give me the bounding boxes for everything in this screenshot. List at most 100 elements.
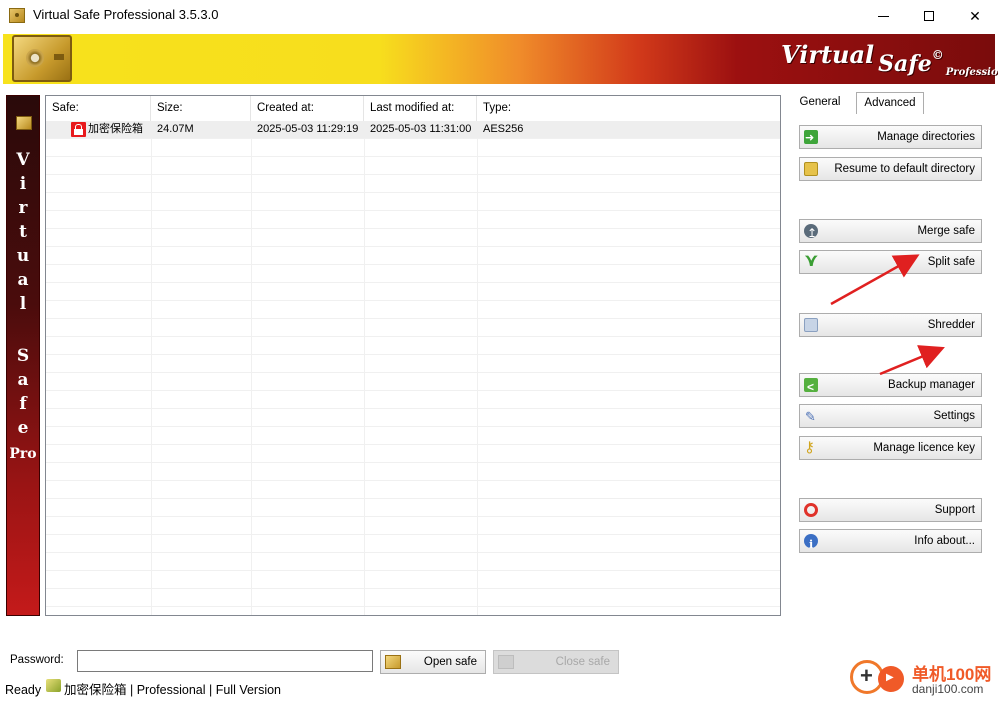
button-label: Merge safe	[917, 225, 975, 237]
cell-safe-name: 加密保险箱	[88, 123, 143, 135]
close-safe-button[interactable]: Close safe	[493, 650, 619, 674]
watermark-play-icon	[878, 666, 904, 692]
cell-modified: 2025-05-03 11:31:00	[370, 123, 472, 135]
empty-row	[46, 139, 780, 157]
empty-row	[46, 517, 780, 535]
minimize-button[interactable]	[860, 0, 906, 32]
manage-directories-button[interactable]: Manage directories	[799, 125, 982, 149]
settings-button[interactable]: Settings	[799, 404, 982, 428]
info-about-button[interactable]: Info about...	[799, 529, 982, 556]
empty-row	[46, 409, 780, 427]
brand-letter: l	[19, 294, 27, 314]
empty-row	[46, 391, 780, 409]
backup-manager-button[interactable]: Backup manager	[799, 373, 982, 398]
empty-row	[46, 319, 780, 337]
logo-registered-mark: ©	[931, 48, 944, 62]
safe-list[interactable]: Safe: Size: Created at: Last modified at…	[45, 95, 781, 616]
safe-small-icon	[16, 116, 32, 130]
button-label: Backup manager	[888, 379, 975, 391]
shredder-button[interactable]: Shredder	[799, 313, 982, 337]
close-safe-icon	[498, 655, 514, 669]
support-button[interactable]: Support	[799, 498, 982, 522]
lifebuoy-icon	[804, 503, 818, 517]
cell-type: AES256	[483, 123, 524, 135]
button-label: Split safe	[927, 256, 975, 268]
vertical-brand-bar: V i r t u a l S a f e Pro	[6, 95, 40, 616]
pen-icon	[804, 406, 818, 428]
empty-row	[46, 499, 780, 517]
key-icon	[804, 437, 818, 459]
tab-advanced[interactable]: Advanced	[856, 92, 924, 114]
empty-row	[46, 463, 780, 481]
empty-row	[46, 427, 780, 445]
list-header: Safe: Size: Created at: Last modified at…	[46, 96, 780, 122]
empty-row	[46, 301, 780, 319]
empty-row	[46, 535, 780, 553]
shredder-icon	[804, 318, 818, 332]
brand-letter: a	[17, 370, 29, 390]
brand-letter: u	[16, 246, 30, 266]
brand-letter: S	[16, 346, 30, 366]
safe-status-icon	[46, 679, 61, 692]
column-header-safe[interactable]: Safe:	[46, 96, 151, 121]
header-banner: VirtualSafe©Professional	[3, 34, 998, 84]
tab-general[interactable]: General	[792, 92, 848, 114]
brand-letter: r	[18, 198, 28, 218]
status-edition: | Professional | Full Version	[130, 683, 282, 697]
resume-default-directory-button[interactable]: Resume to default directory	[799, 157, 982, 181]
split-safe-button[interactable]: Split safe	[799, 249, 982, 274]
empty-row	[46, 211, 780, 229]
open-safe-button[interactable]: Open safe	[380, 650, 486, 674]
maximize-button[interactable]	[906, 0, 952, 32]
empty-row	[46, 247, 780, 265]
manage-licence-key-button[interactable]: Manage licence key	[799, 436, 982, 460]
safe-logo-icon	[12, 35, 72, 82]
empty-row	[46, 571, 780, 589]
empty-row	[46, 355, 780, 373]
info-icon	[804, 534, 818, 556]
status-ready: Ready	[5, 683, 42, 697]
empty-row	[46, 553, 780, 571]
column-header-modified[interactable]: Last modified at:	[364, 96, 477, 121]
watermark-url: danji100.com	[912, 682, 984, 696]
password-input[interactable]	[77, 650, 373, 672]
brand-letter-gap	[7, 316, 39, 344]
close-icon: ✕	[969, 7, 981, 24]
merge-safe-button[interactable]: Merge safe	[799, 219, 982, 244]
status-bar: Ready 加密保险箱 | Professional | Full Versio…	[0, 679, 998, 701]
empty-row	[46, 265, 780, 283]
cell-created: 2025-05-03 11:29:19	[257, 123, 359, 135]
empty-row	[46, 337, 780, 355]
close-window-button[interactable]: ✕	[952, 0, 998, 32]
button-label: Close safe	[555, 656, 610, 668]
vertical-brand-text: V i r t u a l S a f e Pro	[7, 148, 39, 466]
brand-letter: e	[17, 418, 29, 438]
arrow-right-icon	[804, 127, 818, 149]
brand-letter: i	[19, 174, 27, 194]
empty-row	[46, 229, 780, 247]
button-label: Support	[934, 504, 975, 516]
empty-row	[46, 607, 780, 615]
watermark: 单机100网 danji100.com	[850, 658, 996, 701]
table-row[interactable]: 加密保险箱 24.07M 2025-05-03 11:29:19 2025-05…	[46, 121, 780, 139]
password-label: Password:	[10, 654, 64, 666]
minimize-icon	[877, 15, 889, 17]
empty-row	[46, 373, 780, 391]
button-label: Info about...	[914, 535, 975, 547]
product-logo: VirtualSafe©Professional	[781, 40, 998, 78]
brand-letter: V	[16, 150, 30, 170]
column-header-created[interactable]: Created at:	[251, 96, 364, 121]
logo-professional-text: Professional	[945, 67, 998, 78]
logo-safe-text: Safe	[878, 51, 932, 77]
empty-row	[46, 157, 780, 175]
title-bar: Virtual Safe Professional 3.5.3.0 ✕	[0, 0, 998, 32]
button-label: Manage licence key	[873, 442, 975, 454]
button-label: Open safe	[423, 656, 477, 668]
brand-letter: a	[17, 270, 29, 290]
button-label: Manage directories	[877, 131, 975, 143]
status-safe-name: 加密保险箱	[64, 683, 127, 697]
brand-letter: t	[19, 222, 27, 242]
logo-virtual-text: Virtual	[781, 40, 875, 69]
column-header-type[interactable]: Type:	[477, 96, 780, 121]
column-header-size[interactable]: Size:	[151, 96, 251, 121]
